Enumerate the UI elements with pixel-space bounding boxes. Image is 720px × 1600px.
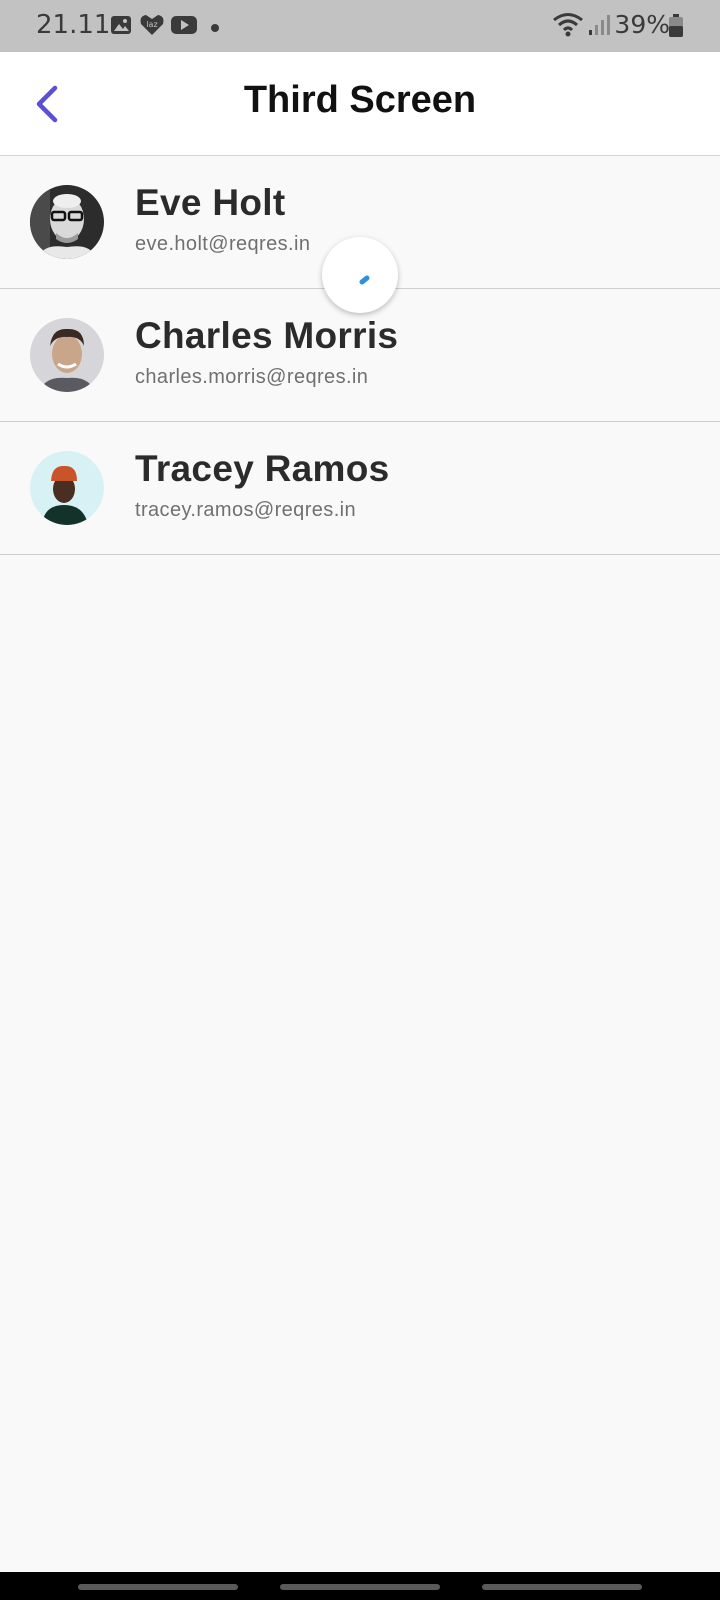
page-title: Third Screen — [243, 79, 477, 121]
user-name: Tracey Ramos — [135, 448, 390, 489]
avatar — [30, 451, 104, 525]
svg-text:laz: laz — [146, 20, 157, 29]
user-name: Eve Holt — [135, 182, 286, 223]
navigation-bar — [0, 1572, 720, 1600]
nav-recents-handle[interactable] — [78, 1584, 238, 1590]
signal-icon — [588, 14, 610, 41]
status-bar: 21.11 laz 39% — [0, 0, 720, 52]
nav-back-handle[interactable] — [482, 1584, 642, 1590]
user-email: charles.morris@reqres.in — [135, 366, 369, 388]
status-time: 21.11 — [36, 10, 111, 40]
battery-icon — [668, 14, 684, 43]
user-email: eve.holt@reqres.in — [135, 233, 311, 255]
battery-percentage: 39% — [614, 10, 670, 39]
user-email: tracey.ramos@reqres.in — [135, 499, 357, 521]
user-list: Eve Holt eve.holt@reqres.in Charles Morr… — [0, 156, 720, 555]
notification-dot-icon — [210, 20, 220, 38]
youtube-icon — [170, 14, 198, 41]
list-item[interactable]: Tracey Ramos tracey.ramos@reqres.in — [0, 422, 720, 555]
gallery-icon — [110, 14, 132, 41]
user-name: Charles Morris — [135, 315, 399, 356]
app-bar: Third Screen — [0, 52, 720, 156]
nav-home-handle[interactable] — [280, 1584, 440, 1590]
avatar — [30, 185, 104, 259]
loading-spinner — [322, 237, 398, 313]
lazada-icon: laz — [139, 14, 165, 41]
wifi-icon — [552, 12, 584, 43]
spinner-arc-icon — [359, 275, 370, 285]
avatar — [30, 318, 104, 392]
